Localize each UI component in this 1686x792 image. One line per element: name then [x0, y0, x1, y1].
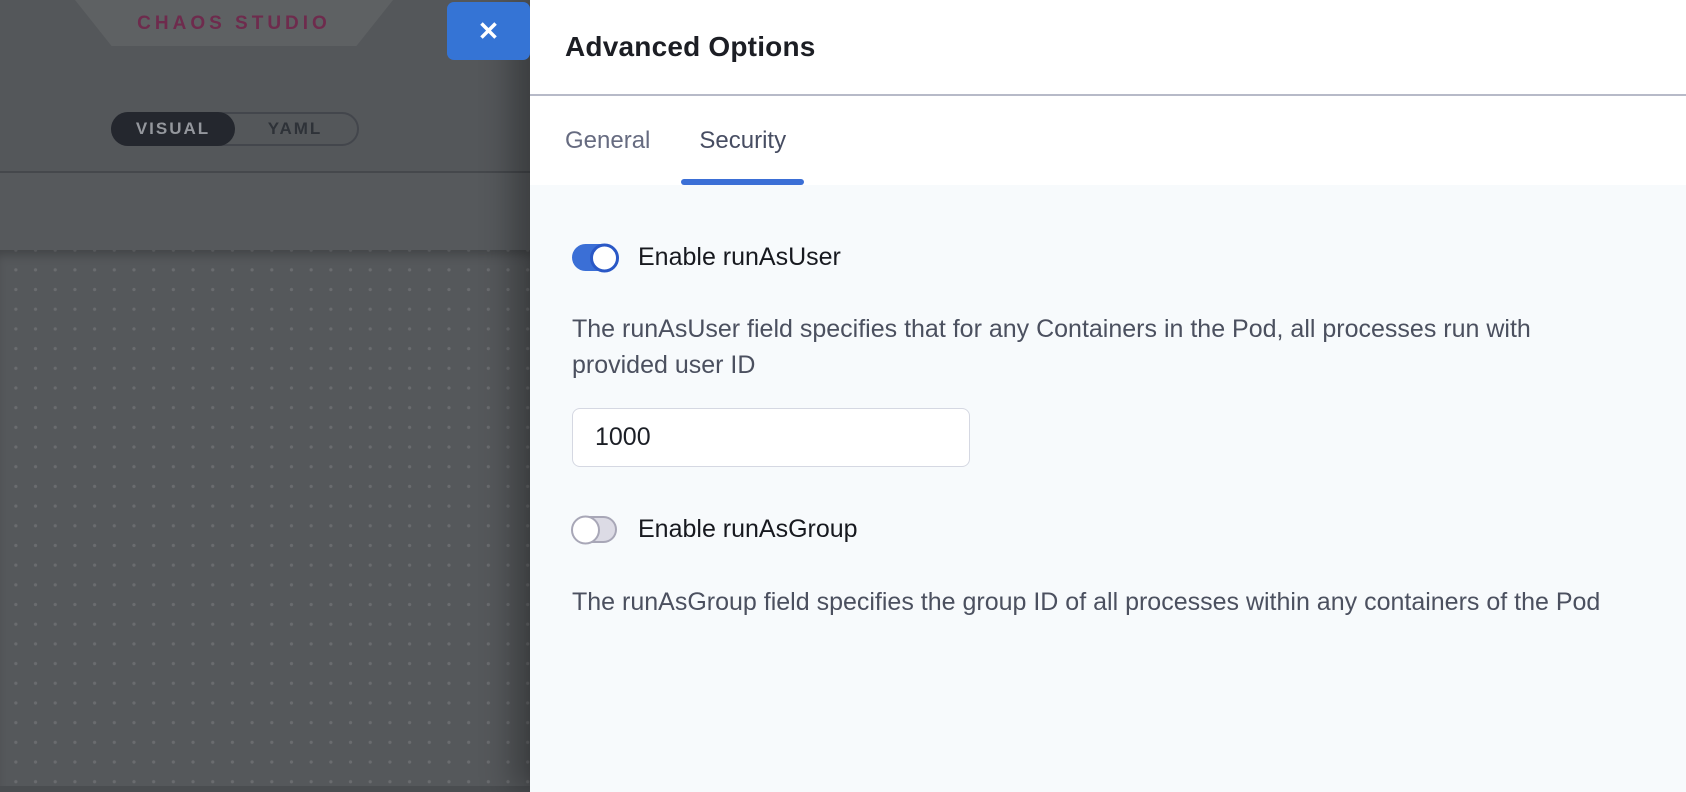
tab-general-label: General — [565, 127, 650, 155]
run-as-user-description: The runAsUser field specifies that for a… — [572, 311, 1612, 383]
run-as-group-row: Enable runAsGroup — [572, 515, 1646, 544]
run-as-group-toggle[interactable] — [572, 516, 617, 543]
run-as-user-row: Enable runAsUser — [572, 243, 1646, 272]
tab-security-label: Security — [699, 127, 786, 155]
drawer-tabs: General Security — [530, 96, 1686, 185]
chaos-studio-title: CHAOS STUDIO — [137, 11, 331, 35]
drawer-header: Advanced Options — [530, 0, 1686, 96]
yaml-mode-button[interactable]: YAML — [233, 114, 357, 144]
app-screen: CHAOS STUDIO VISUAL YAML ✕ Advanced Opti… — [0, 0, 1686, 792]
advanced-options-drawer: Advanced Options General Security Enable… — [530, 0, 1686, 792]
toggle-knob — [571, 515, 600, 544]
tab-security[interactable]: Security — [681, 96, 804, 185]
close-drawer-button[interactable]: ✕ — [447, 2, 530, 60]
run-as-user-toggle[interactable] — [572, 244, 617, 271]
run-as-user-input[interactable] — [572, 408, 970, 467]
drawer-title: Advanced Options — [565, 31, 816, 63]
chaos-studio-banner: CHAOS STUDIO — [75, 0, 393, 46]
visual-mode-button[interactable]: VISUAL — [111, 112, 235, 146]
run-as-user-label: Enable runAsUser — [638, 243, 841, 272]
visual-yaml-switch: VISUAL YAML — [111, 112, 359, 146]
security-tab-panel: Enable runAsUser The runAsUser field spe… — [530, 185, 1686, 792]
run-as-group-description: The runAsGroup field specifies the group… — [572, 584, 1612, 620]
toggle-knob — [590, 243, 619, 272]
run-as-group-label: Enable runAsGroup — [638, 515, 858, 544]
workflow-dotted-canvas — [0, 250, 530, 786]
studio-subtoolbar — [0, 171, 530, 250]
close-icon: ✕ — [478, 16, 500, 47]
chaos-studio-dimmed-region: CHAOS STUDIO VISUAL YAML — [0, 0, 530, 792]
tab-general[interactable]: General — [547, 96, 668, 185]
studio-footer-bar — [0, 786, 530, 792]
